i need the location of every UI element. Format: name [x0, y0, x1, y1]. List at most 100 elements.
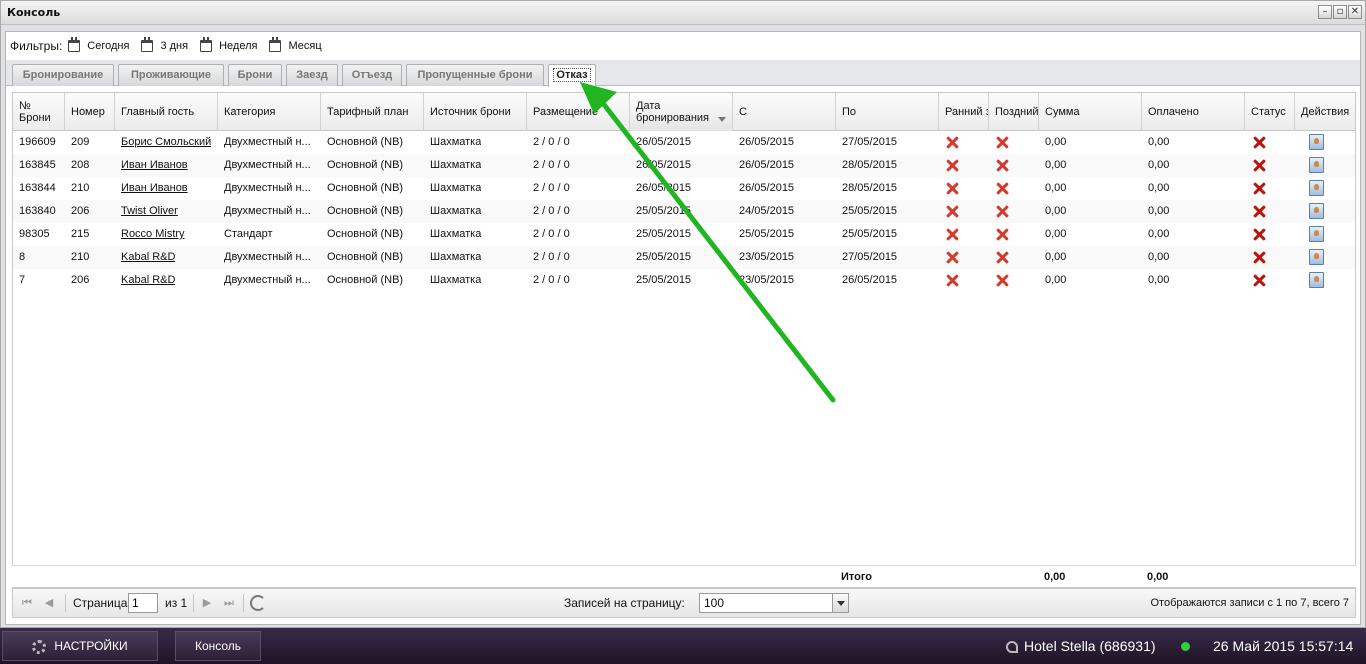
table-row[interactable]: 196609 209 Борис Смольский Двухместный н...… [13, 131, 1355, 154]
status-cancelled-x-icon [1253, 251, 1266, 264]
settings-label: НАСТРОЙКИ [54, 639, 128, 653]
cell-guest[interactable]: Rocco Mistry [115, 223, 185, 246]
cell-guest[interactable]: Иван Иванов [115, 177, 188, 200]
early-checkin-x-icon [946, 251, 959, 264]
col-header-actions[interactable]: Действия [1295, 93, 1355, 131]
cell-guest[interactable]: Twist Oliver [115, 200, 178, 223]
tab-missed-reservations[interactable]: Пропущенные брони [406, 64, 544, 86]
col-header-late[interactable]: Поздний [989, 93, 1039, 131]
cell-guest[interactable]: Иван Иванов [115, 154, 188, 177]
cell-room: 210 [71, 251, 90, 263]
guest-card-icon[interactable] [1309, 249, 1324, 265]
cell-booking-date: 26/05/2015 [636, 136, 692, 148]
totals-paid: 0,00 [1147, 571, 1169, 583]
cell-guest[interactable]: Борис Смольский [115, 131, 211, 154]
col-header-early[interactable]: Ранний з [939, 93, 989, 131]
cell-placement: 2 / 0 / 0 [533, 228, 570, 240]
filter-3-days-label: 3 дня [160, 40, 189, 52]
col-header-from[interactable]: С [733, 93, 836, 131]
status-cancelled-x-icon [1253, 159, 1266, 172]
early-checkin-x-icon [946, 205, 959, 218]
status-cancelled-x-icon [1253, 228, 1266, 241]
page-label: Страница [73, 596, 128, 610]
col-header-booking-date[interactable]: Дата бронирования [630, 93, 733, 131]
col-header-paid[interactable]: Оплачено [1142, 93, 1245, 131]
cell-id: 163845 [19, 159, 56, 171]
table-row[interactable]: 163844 210 Иван Иванов Двухместный н... Осно… [13, 177, 1355, 200]
tab-reservations[interactable]: Брони [228, 64, 282, 86]
cell-from: 25/05/2015 [739, 228, 795, 240]
guest-card-icon[interactable] [1309, 272, 1324, 288]
cell-id: 163840 [19, 205, 56, 217]
cell-from: 24/05/2015 [739, 205, 795, 217]
filter-week[interactable]: Неделя [200, 37, 257, 52]
cell-guest[interactable]: Kabal R&D [115, 246, 175, 269]
filter-month[interactable]: Месяц [269, 37, 322, 52]
table-row[interactable]: 8 210 Kabal R&D Двухместный н... Основной (N… [13, 246, 1355, 269]
window-titlebar[interactable]: Консоль – ▫ ✕ [1, 1, 1365, 25]
per-page-select[interactable]: 100 [699, 593, 849, 613]
cell-category: Двухместный н... [224, 251, 311, 263]
guest-card-icon[interactable] [1309, 134, 1324, 150]
col-header-rate[interactable]: Тарифный план [321, 93, 424, 131]
cell-category: Двухместный н... [224, 159, 311, 171]
cell-rate: Основной (NB) [327, 205, 404, 217]
taskbar: НАСТРОЙКИ Консоль Hotel Stella (686931) … [0, 628, 1366, 664]
pager-separator [193, 594, 194, 612]
col-header-id[interactable]: № Брони [13, 93, 65, 131]
table-row[interactable]: 163840 206 Twist Oliver Двухместный н... Осн… [13, 200, 1355, 223]
col-header-to[interactable]: По [836, 93, 939, 131]
col-header-status[interactable]: Статус [1245, 93, 1295, 131]
guest-card-icon[interactable] [1309, 180, 1324, 196]
filter-3-days[interactable]: 3 дня [141, 37, 189, 52]
tab-booking[interactable]: Бронирование [12, 64, 114, 86]
page-number-input[interactable] [128, 593, 158, 613]
table-row[interactable]: 98305 215 Rocco Mistry Стандарт Основной (NB… [13, 223, 1355, 246]
late-checkout-x-icon [996, 182, 1009, 195]
restore-button[interactable]: ▫ [1333, 5, 1347, 19]
tab-check-in[interactable]: Заезд [286, 64, 338, 86]
console-window: Консоль – ▫ ✕ Фильтры: Сегодня 3 дня Нед… [0, 0, 1366, 628]
prev-page-button[interactable]: ◀ [41, 595, 57, 611]
col-header-guest[interactable]: Главный гость [115, 93, 218, 131]
console-taskbar-button[interactable]: Консоль [175, 631, 261, 661]
cell-from: 26/05/2015 [739, 136, 795, 148]
col-header-category[interactable]: Категория [218, 93, 321, 131]
table-row[interactable]: 163845 208 Иван Иванов Двухместный н... Осно… [13, 154, 1355, 177]
cell-id: 196609 [19, 136, 56, 148]
settings-button[interactable]: НАСТРОЙКИ [2, 631, 158, 661]
last-page-button[interactable]: ⏭ [221, 595, 237, 611]
tab-refusal[interactable]: Отказ [548, 64, 596, 87]
cell-category: Стандарт [224, 228, 273, 240]
cell-to: 26/05/2015 [842, 274, 898, 286]
col-header-placement[interactable]: Размещение [527, 93, 630, 131]
status-cancelled-x-icon [1253, 205, 1266, 218]
tab-check-out[interactable]: Отъезд [342, 64, 402, 86]
cell-room: 209 [71, 136, 90, 148]
filter-today[interactable]: Сегодня [68, 37, 129, 52]
col-header-source[interactable]: Источник брони [424, 93, 527, 131]
tab-refusal-label: Отказ [553, 68, 591, 82]
cell-from: 23/05/2015 [739, 274, 795, 286]
guest-card-icon[interactable] [1309, 157, 1324, 173]
close-button[interactable]: ✕ [1348, 5, 1362, 19]
early-checkin-x-icon [946, 228, 959, 241]
col-header-sum[interactable]: Сумма [1039, 93, 1142, 131]
next-page-button[interactable]: ▶ [199, 595, 215, 611]
minimize-button[interactable]: – [1318, 5, 1332, 19]
cell-guest[interactable]: Kabal R&D [115, 269, 175, 292]
cell-rate: Основной (NB) [327, 182, 404, 194]
col-header-room[interactable]: Номер [65, 93, 115, 131]
cell-source: Шахматка [430, 136, 482, 148]
sort-desc-icon [718, 116, 726, 122]
first-page-button[interactable]: ⏮ [19, 595, 35, 611]
early-checkin-x-icon [946, 182, 959, 195]
guest-card-icon[interactable] [1309, 203, 1324, 219]
guest-card-icon[interactable] [1309, 226, 1324, 242]
tab-residents[interactable]: Проживающие [118, 64, 224, 86]
cell-sum: 0,00 [1045, 228, 1067, 240]
table-row[interactable]: 7 206 Kabal R&D Двухместный н... Основной (N… [13, 269, 1355, 292]
cell-placement: 2 / 0 / 0 [533, 159, 570, 171]
refresh-icon[interactable] [250, 595, 266, 611]
chevron-down-icon[interactable] [832, 594, 848, 612]
